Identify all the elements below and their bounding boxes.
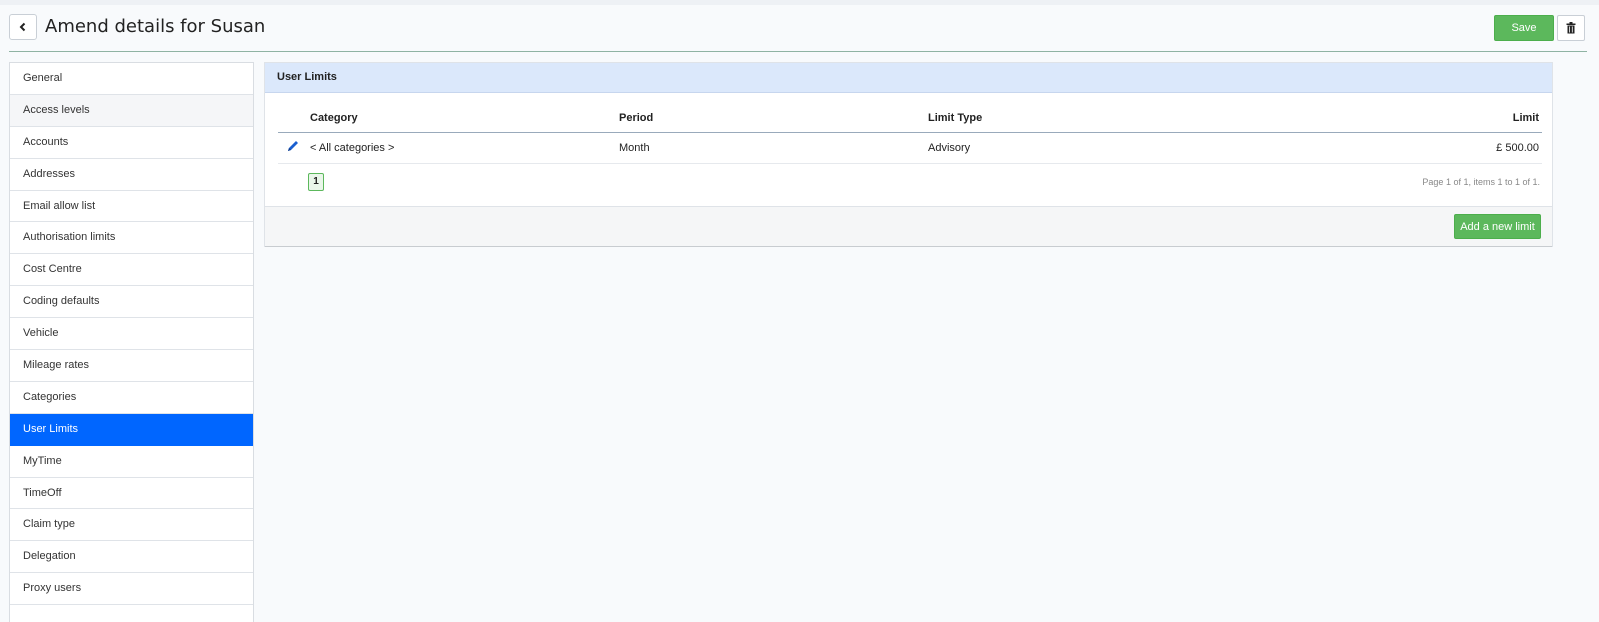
column-header-limit-type[interactable]: Limit Type <box>928 105 1237 133</box>
sidebar-item-mileage-rates[interactable]: Mileage rates <box>10 350 253 382</box>
pager-info: Page 1 of 1, items 1 to 1 of 1. <box>1422 177 1540 187</box>
chevron-left-icon <box>19 22 26 32</box>
page-title: Amend details for Susan <box>45 16 266 37</box>
cell-period: Month <box>619 132 928 164</box>
sidebar-item-email-allow-list[interactable]: Email allow list <box>10 190 253 223</box>
sidebar-item-access-levels[interactable]: Access levels <box>10 94 253 127</box>
sidebar-item-timeoff[interactable]: TimeOff <box>10 477 253 510</box>
sidebar-item-coding-defaults[interactable]: Coding defaults <box>10 286 253 319</box>
column-header-category[interactable]: Category <box>310 105 619 133</box>
trash-icon <box>1566 22 1576 34</box>
pencil-icon[interactable] <box>286 139 300 153</box>
add-new-limit-button[interactable]: Add a new limit <box>1454 214 1541 239</box>
sidebar-item-authorisation-limits[interactable]: Authorisation limits <box>10 222 253 255</box>
column-header-limit[interactable]: Limit <box>1237 105 1542 133</box>
top-strip <box>0 0 1599 5</box>
limits-table: Category Period Limit Type Limit < All c… <box>278 105 1542 164</box>
sidebar-item-mytime[interactable]: MyTime <box>10 445 253 478</box>
panel-footer: Add a new limit <box>265 206 1552 247</box>
panel-title: User Limits <box>265 63 1552 93</box>
delete-button[interactable] <box>1557 15 1585 41</box>
sidebar-item-user-limits[interactable]: User Limits <box>10 413 253 446</box>
table-header-row: Category Period Limit Type Limit <box>278 105 1542 133</box>
sidebar-item-accounts[interactable]: Accounts <box>10 126 253 159</box>
sidebar-nav: General Access levels Accounts Addresses… <box>9 62 254 622</box>
cell-limit: £ 500.00 <box>1237 132 1542 164</box>
cell-limit-type: Advisory <box>928 132 1237 164</box>
back-button[interactable] <box>9 14 37 40</box>
edit-column-header <box>278 105 310 133</box>
sidebar-item-proxy-users[interactable]: Proxy users <box>10 573 253 606</box>
sidebar-item-delegation[interactable]: Delegation <box>10 541 253 574</box>
user-limits-panel: User Limits Category Period Limit Type L… <box>264 62 1553 247</box>
sidebar-item-general[interactable]: General <box>10 63 253 95</box>
sidebar-item-categories[interactable]: Categories <box>10 381 253 414</box>
sidebar-item-claim-type[interactable]: Claim type <box>10 509 253 542</box>
edit-cell <box>278 132 310 164</box>
cell-category: < All categories > <box>310 132 619 164</box>
table-row: < All categories > Month Advisory £ 500.… <box>278 132 1542 164</box>
save-button[interactable]: Save <box>1494 15 1554 41</box>
sidebar-item-cost-centre[interactable]: Cost Centre <box>10 254 253 287</box>
sidebar-item-vehicle[interactable]: Vehicle <box>10 318 253 351</box>
column-header-period[interactable]: Period <box>619 105 928 133</box>
sidebar-item-addresses[interactable]: Addresses <box>10 158 253 191</box>
page-header: Amend details for Susan Save <box>9 12 1587 52</box>
pager-page-1[interactable]: 1 <box>308 173 324 191</box>
